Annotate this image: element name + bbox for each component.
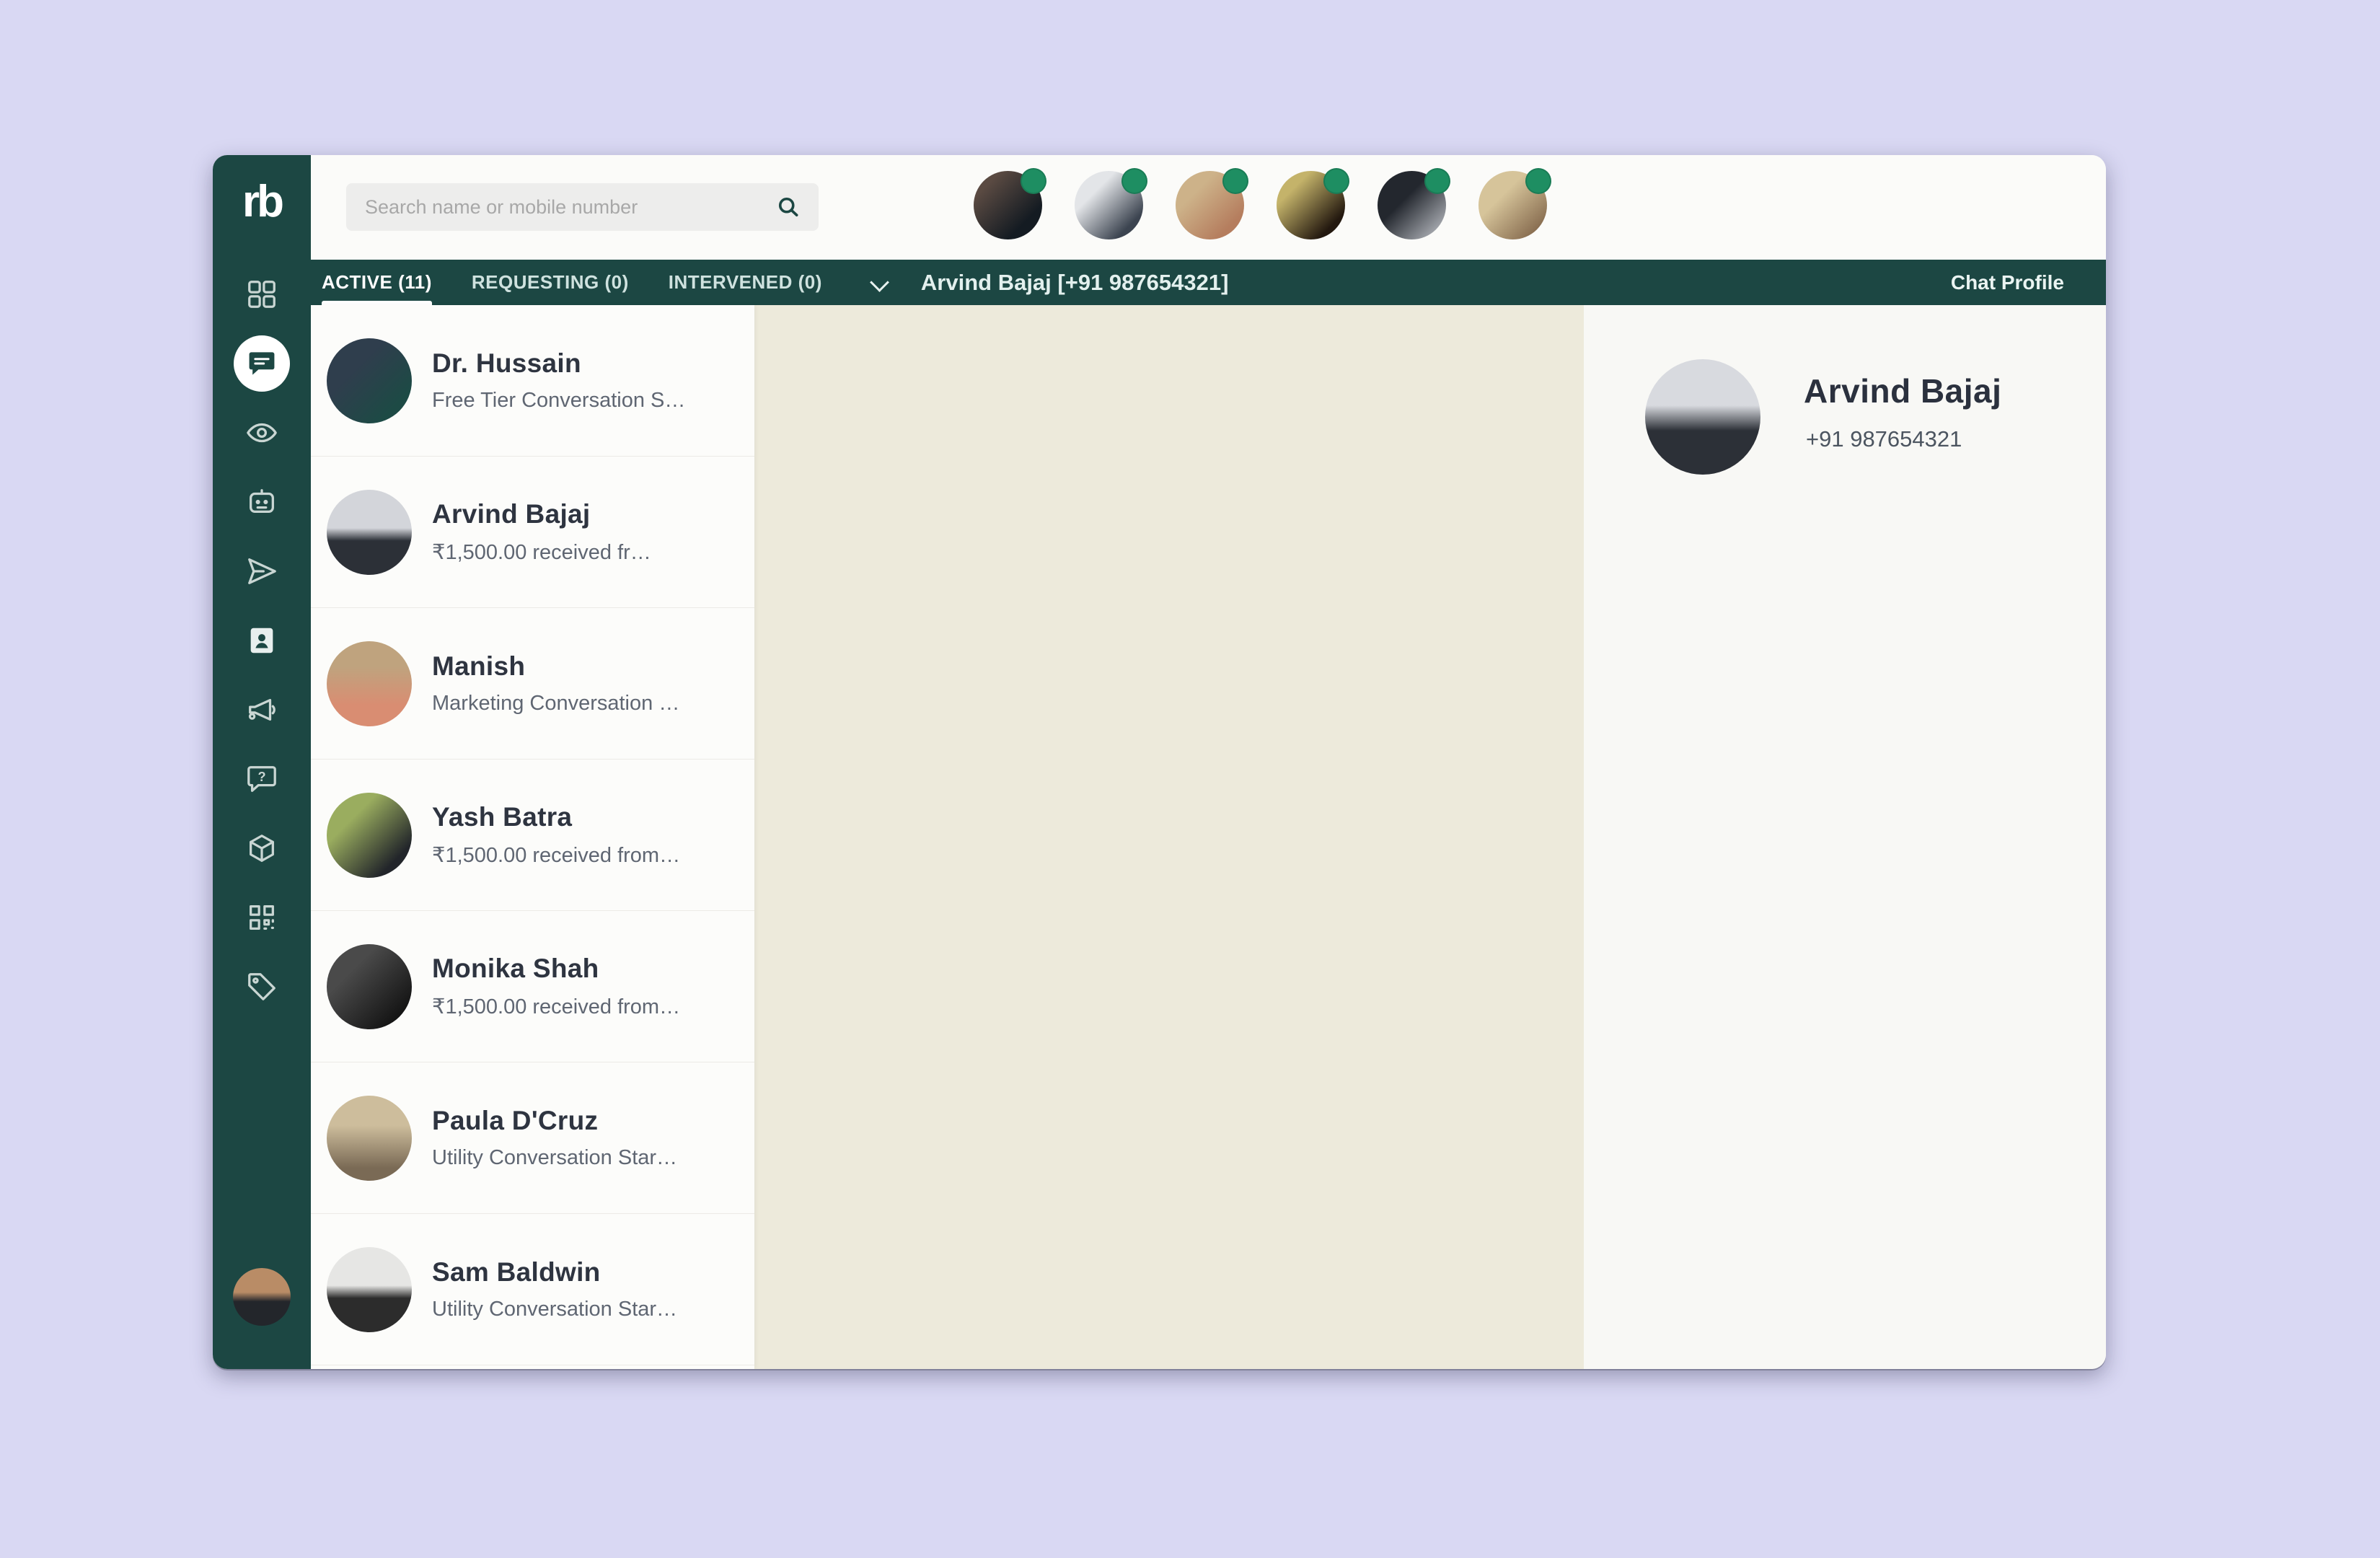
chat-filter-tab[interactable]: REQUESTING (0) <box>472 260 629 305</box>
search-box <box>346 183 819 231</box>
contact-avatar <box>327 641 412 726</box>
content-row: Dr. Hussain Free Tier Conversation S… Ar… <box>311 305 2106 1369</box>
sidebar-item-contacts[interactable] <box>213 606 311 675</box>
profile-phone: +91 987654321 <box>1806 426 1962 452</box>
contact-name: Paula D'Cruz <box>432 1106 677 1136</box>
contact-avatar <box>327 793 412 878</box>
last-message-preview: Utility Conversation Star… <box>432 1298 677 1321</box>
agent-avatar[interactable] <box>1277 171 1345 239</box>
tag-icon <box>245 970 278 1003</box>
sidebar-item-broadcast[interactable] <box>213 675 311 744</box>
online-badge <box>1424 168 1450 194</box>
contact-avatar <box>327 490 412 575</box>
paper-plane-icon <box>245 555 278 588</box>
chat-item-meta: Paula D'Cruz Utility Conversation Star… <box>432 1106 677 1170</box>
chat-list-item[interactable]: Dr. Hussain Free Tier Conversation S… <box>311 305 754 457</box>
contact-avatar <box>327 1247 412 1332</box>
online-badge <box>1021 168 1046 194</box>
chat-list-item[interactable]: Arvind Bajaj ₹1,500.00 received fr… <box>311 457 754 608</box>
chat-list-item[interactable]: Manish Marketing Conversation … <box>311 608 754 760</box>
agent-avatar[interactable] <box>1378 171 1446 239</box>
contact-avatar <box>327 1096 412 1181</box>
chat-item-meta: Monika Shah ₹1,500.00 received from… <box>432 954 680 1019</box>
contact-avatar <box>327 944 412 1029</box>
profile-avatar <box>1645 359 1760 475</box>
online-badge <box>1323 168 1349 194</box>
contact-name: Arvind Bajaj <box>432 499 651 529</box>
main-area: ACTIVE (11) REQUESTING (0) INTERVENED (0… <box>311 155 2106 1369</box>
sidebar-item-integrations[interactable] <box>213 814 311 883</box>
chat-bubble-icon <box>246 348 278 379</box>
sidebar-item-campaigns[interactable] <box>213 537 311 606</box>
chat-item-meta: Manish Marketing Conversation … <box>432 651 679 716</box>
sidebar-nav: ? <box>213 260 311 1021</box>
chat-profile-link[interactable]: Chat Profile <box>1951 260 2064 305</box>
last-message-preview: ₹1,500.00 received fr… <box>432 540 651 565</box>
chat-list-item[interactable]: Paula D'Cruz Utility Conversation Star… <box>311 1062 754 1214</box>
search-icon[interactable] <box>775 194 801 220</box>
eye-icon <box>245 416 278 449</box>
active-nav-highlight <box>234 335 290 392</box>
agent-avatar[interactable] <box>974 171 1042 239</box>
agent-avatar[interactable] <box>1176 171 1244 239</box>
robot-icon <box>245 485 278 519</box>
current-chat-title: Arvind Bajaj [+91 987654321] <box>921 260 1229 305</box>
profile-name: Arvind Bajaj <box>1804 371 2001 410</box>
chat-item-meta: Arvind Bajaj ₹1,500.00 received fr… <box>432 499 651 565</box>
chat-messages-area <box>754 305 1584 1369</box>
sidebar-item-dashboard[interactable] <box>213 260 311 329</box>
chat-list-item[interactable]: Sam Baldwin Utility Conversation Star… <box>311 1214 754 1365</box>
sidebar-item-qr-codes[interactable] <box>213 883 311 952</box>
contact-name: Dr. Hussain <box>432 348 685 379</box>
search-input[interactable] <box>363 195 775 219</box>
app-logo: rb <box>242 180 281 224</box>
sidebar-item-monitor[interactable] <box>213 398 311 467</box>
chat-item-meta: Sam Baldwin Utility Conversation Star… <box>432 1257 677 1321</box>
dashboard-grid-icon <box>245 278 278 311</box>
contact-name: Manish <box>432 651 679 682</box>
megaphone-icon <box>245 693 278 726</box>
last-message-preview: Utility Conversation Star… <box>432 1146 677 1170</box>
top-header <box>311 155 2106 260</box>
online-badge <box>1121 168 1147 194</box>
contact-name: Sam Baldwin <box>432 1257 677 1288</box>
chat-list-item[interactable]: Yash Batra ₹1,500.00 received from… <box>311 760 754 911</box>
svg-text:?: ? <box>257 770 265 784</box>
user-avatar[interactable] <box>233 1268 291 1326</box>
chat-profile-panel: Arvind Bajaj +91 987654321 <box>1584 305 2106 1369</box>
online-badge <box>1525 168 1551 194</box>
agent-avatar[interactable] <box>1478 171 1547 239</box>
agent-avatar[interactable] <box>1075 171 1143 239</box>
last-message-preview: ₹1,500.00 received from… <box>432 994 680 1019</box>
contact-avatar <box>327 338 412 423</box>
chat-tab-bar: ACTIVE (11) REQUESTING (0) INTERVENED (0… <box>311 260 2106 305</box>
last-message-preview: Marketing Conversation … <box>432 692 679 716</box>
contact-name: Yash Batra <box>432 802 680 832</box>
app-window: rb <box>213 155 2106 1369</box>
sidebar-item-chats[interactable] <box>213 329 311 398</box>
help-chat-icon: ? <box>245 762 278 796</box>
chevron-down-icon[interactable] <box>870 273 889 292</box>
sidebar-item-bot[interactable] <box>213 467 311 537</box>
last-message-preview: ₹1,500.00 received from… <box>432 842 680 868</box>
contact-book-icon <box>245 624 278 657</box>
online-badge <box>1222 168 1248 194</box>
chat-list: Dr. Hussain Free Tier Conversation S… Ar… <box>311 305 754 1369</box>
sidebar-item-support[interactable]: ? <box>213 744 311 814</box>
last-message-preview: Free Tier Conversation S… <box>432 389 685 413</box>
chat-item-meta: Dr. Hussain Free Tier Conversation S… <box>432 348 685 413</box>
chat-filter-tab[interactable]: ACTIVE (11) <box>322 260 432 305</box>
qr-code-icon <box>245 901 278 934</box>
agent-avatar-row <box>974 171 1547 239</box>
tabs: ACTIVE (11) REQUESTING (0) INTERVENED (0… <box>322 260 822 305</box>
contact-name: Monika Shah <box>432 954 680 984</box>
sidebar-item-tags[interactable] <box>213 952 311 1021</box>
sidebar: rb <box>213 155 311 1369</box>
chat-filter-tab[interactable]: INTERVENED (0) <box>669 260 822 305</box>
package-box-icon <box>245 832 278 865</box>
chat-item-meta: Yash Batra ₹1,500.00 received from… <box>432 802 680 868</box>
chat-list-item[interactable]: Monika Shah ₹1,500.00 received from… <box>311 911 754 1062</box>
